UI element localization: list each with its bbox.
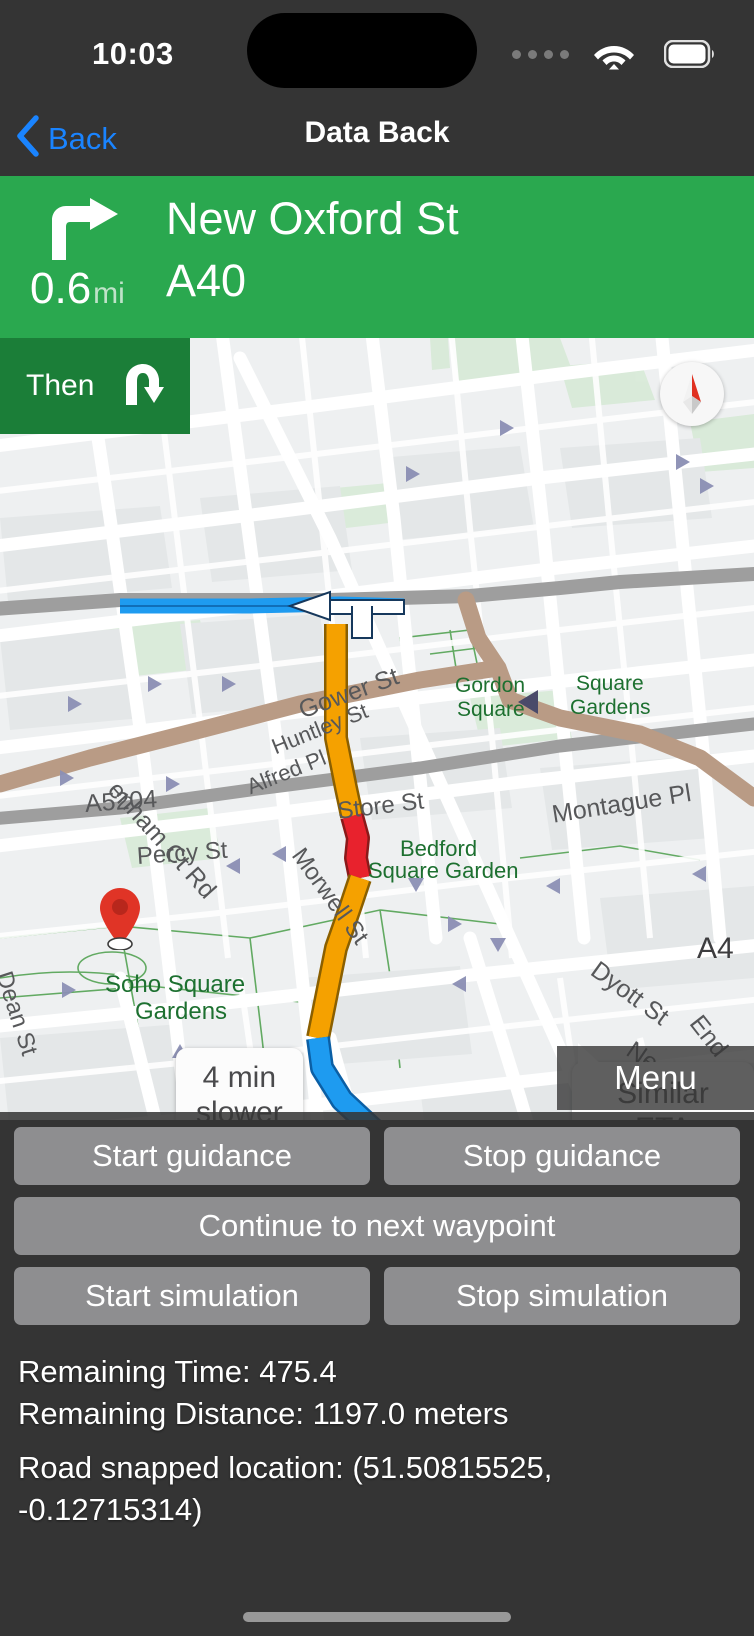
button-row-waypoint: Continue to next waypoint [0, 1197, 754, 1255]
page-title: Data Back [304, 116, 450, 149]
menu-button-label: Menu [614, 1059, 697, 1096]
then-label: Then [26, 369, 95, 402]
readout-spacer [18, 1435, 736, 1447]
maneuver-distance: 0.6 mi [30, 264, 125, 314]
control-panel: Start guidance Stop guidance Continue to… [0, 1112, 754, 1636]
map-canvas[interactable]: Gordon Square Square Gardens Gower St Huntley… [0, 338, 754, 1120]
start-simulation-button[interactable]: Start simulation [14, 1267, 370, 1325]
maneuver-road-secondary: A40 [166, 255, 247, 306]
turn-right-icon [38, 198, 124, 267]
battery-icon [663, 39, 716, 73]
map-pin-icon[interactable] [98, 886, 142, 950]
menu-button[interactable]: Menu [557, 1046, 754, 1110]
sharp-right-turn-icon [118, 361, 165, 412]
button-row-guidance: Start guidance Stop guidance [0, 1112, 754, 1185]
maneuver-road-names: New Oxford St A40 [166, 188, 459, 312]
then-maneuver-banner: Then [0, 338, 190, 434]
maneuver-banner: 0.6 mi New Oxford St A40 [0, 176, 754, 338]
button-row-simulation: Start simulation Stop simulation [0, 1267, 754, 1325]
wifi-icon [592, 38, 636, 75]
callout-slower-line1: 4 min [202, 1061, 277, 1094]
cellular-signal-icon [512, 50, 569, 59]
stop-simulation-button[interactable]: Stop simulation [384, 1267, 740, 1325]
continue-next-waypoint-button[interactable]: Continue to next waypoint [14, 1197, 740, 1255]
maneuver-distance-unit: mi [93, 277, 125, 310]
stop-guidance-button[interactable]: Stop guidance [384, 1127, 740, 1185]
navigation-header: Back Data Back [0, 104, 754, 176]
map-vector [0, 338, 754, 1120]
callout-slower[interactable]: 4 min slower [176, 1048, 303, 1120]
status-readout: Remaining Time: 475.4 Remaining Distance… [0, 1337, 754, 1531]
remaining-distance-text: Remaining Distance: 1197.0 meters [18, 1396, 509, 1431]
status-time: 10:03 [92, 36, 174, 71]
road-snapped-location-line1: Road snapped location: (51.50815525, [18, 1450, 553, 1485]
compass-icon[interactable] [660, 362, 724, 426]
phone-screen: Gordon Square Square Gardens Gower St Huntley… [0, 0, 754, 1636]
status-bar: 10:03 [0, 0, 754, 104]
home-indicator[interactable] [243, 1612, 511, 1622]
device-notch [247, 13, 477, 88]
remaining-time-text: Remaining Time: 475.4 [18, 1354, 337, 1389]
road-snapped-location-line2: -0.12715314) [18, 1492, 203, 1527]
start-guidance-button[interactable]: Start guidance [14, 1127, 370, 1185]
maneuver-road-primary: New Oxford St [166, 193, 459, 244]
maneuver-distance-value: 0.6 [30, 264, 92, 313]
